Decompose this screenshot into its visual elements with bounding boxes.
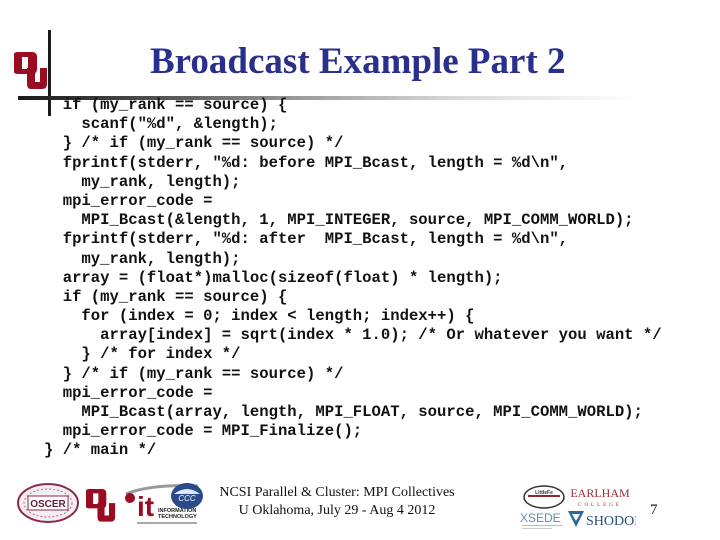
earlham-logo-text: EARLHAM	[570, 486, 630, 500]
oscer-logo-text: OSCER	[30, 499, 66, 510]
code-line: mpi_error_code = MPI_Finalize();	[44, 422, 363, 441]
footer-caption: NCSI Parallel & Cluster: MPI Collectives…	[212, 484, 462, 520]
littlefe-logo-text: LittleFe	[535, 490, 553, 496]
code-line: my_rank, length);	[44, 172, 241, 191]
footer-line-2: U Oklahoma, July 29 - Aug 4 2012	[238, 503, 436, 518]
code-block: if (my_rank == source) { scanf("%d", &le…	[44, 96, 662, 461]
ccc-logo-text: CCC	[178, 494, 196, 503]
code-line: for (index = 0; index < length; index++)…	[44, 307, 475, 326]
oscer-logo-icon: OSCER	[17, 483, 79, 523]
page-number: 7	[650, 502, 658, 518]
code-line: } /* if (my_rank == source) */	[44, 134, 344, 153]
code-line: MPI_Bcast(&length, 1, MPI_INTEGER, sourc…	[44, 211, 634, 230]
code-line: } /* main */	[44, 441, 157, 460]
code-line: } /* if (my_rank == source) */	[44, 364, 344, 383]
xsede-logo-icon: XSEDE	[520, 511, 562, 529]
code-line: MPI_Bcast(array, length, MPI_FLOAT, sour…	[44, 403, 643, 421]
code-line: if (my_rank == source) {	[44, 287, 288, 306]
ccc-logo-icon: CCC	[171, 483, 203, 509]
code-line: if (my_rank == source) {	[44, 96, 288, 114]
xsede-logo-text: XSEDE	[520, 511, 561, 525]
shodor-logo-text: SHODOR	[586, 514, 636, 529]
code-line: fprintf(stderr, "%d: after MPI_Bcast, le…	[44, 230, 569, 249]
code-line: array = (float*)malloc(sizeof(float) * l…	[44, 268, 503, 287]
footer-line-1: NCSI Parallel & Cluster: MPI Collectives	[219, 485, 455, 500]
code-line: array[index] = sqrt(index * 1.0); /* Or …	[44, 326, 662, 345]
code-line: } /* for index */	[44, 345, 241, 364]
earlham-logo-icon: EARLHAM COLLEGE	[570, 486, 630, 508]
shodor-logo-icon: SHODOR	[568, 511, 636, 529]
code-line: mpi_error_code =	[44, 383, 213, 402]
ou-footer-logo-icon	[86, 489, 116, 522]
slide-title: Broadcast Example Part 2	[150, 41, 566, 82]
code-line: my_rank, length);	[44, 249, 241, 268]
code-line: fprintf(stderr, "%d: before MPI_Bcast, l…	[44, 153, 569, 172]
code-line: mpi_error_code =	[44, 191, 213, 210]
ou-logo-icon	[14, 52, 47, 89]
code-line: scanf("%d", &length);	[44, 115, 278, 134]
it-logo-text: it	[137, 491, 154, 522]
littlefe-logo-icon: LittleFe	[523, 485, 565, 509]
it-sub2: TECHNOLOGY	[158, 514, 197, 520]
